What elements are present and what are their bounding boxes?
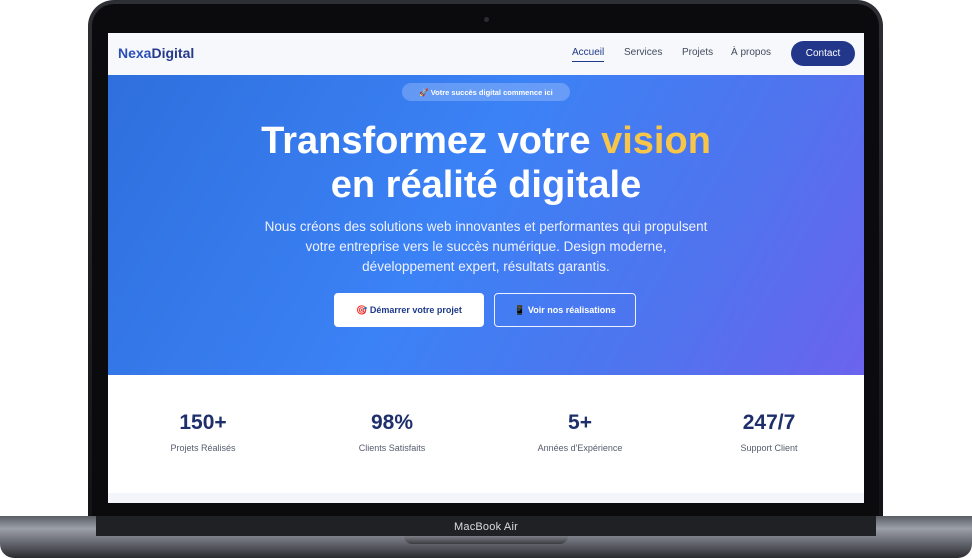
view-portfolio-label: 📱 Voir nos réalisations	[514, 304, 616, 315]
stat-years: 5+ Années d'Expérience	[500, 411, 660, 453]
hero-title-line2: en réalité digitale	[330, 164, 642, 206]
stat-clients: 98% Clients Satisfaits	[312, 411, 472, 453]
hero-badge: 🚀 Votre succès digital commence ici	[402, 83, 570, 101]
stat-value: 98%	[370, 411, 414, 434]
hero-title-highlight: vision	[601, 120, 711, 162]
stat-value: 247/7	[742, 411, 796, 434]
brand-part1: Nexa	[118, 45, 152, 61]
stat-value: 150+	[179, 411, 227, 434]
stats-section: 150+ Projets Réalisés 98% Clients Satisf…	[108, 375, 864, 493]
stat-label: Projets Réalisés	[170, 443, 236, 453]
laptop-notch	[404, 536, 568, 544]
stat-value: 5+	[568, 411, 592, 434]
laptop-screen: NexaDigital Accueil Services Projets À p…	[108, 33, 864, 503]
brand-part2: Digital	[151, 45, 195, 61]
stat-projects: 150+ Projets Réalisés	[123, 411, 283, 453]
hero-subtitle: Nous créons des solutions web innovantes…	[264, 219, 708, 274]
start-project-label: 🎯 Démarrer votre projet	[356, 304, 462, 315]
stat-label: Clients Satisfaits	[358, 443, 426, 453]
device-label: MacBook Air	[454, 521, 518, 533]
stat-label: Années d'Expérience	[537, 443, 623, 453]
navbar: NexaDigital Accueil Services Projets À p…	[108, 33, 864, 76]
stat-label: Support Client	[740, 443, 798, 453]
view-portfolio-button[interactable]: 📱 Voir nos réalisations	[494, 293, 636, 327]
start-project-button[interactable]: 🎯 Démarrer votre projet	[334, 293, 484, 327]
contact-button[interactable]: Contact	[791, 41, 855, 66]
camera-icon	[484, 17, 489, 22]
nav-link-services[interactable]: Services	[624, 47, 662, 58]
nav-link-a-propos[interactable]: À propos	[731, 47, 771, 58]
badge-text: 🚀 Votre succès digital commence ici	[419, 87, 553, 97]
stat-support: 247/7 Support Client	[689, 411, 849, 453]
hero-section: 🚀 Votre succès digital commence ici Tran…	[108, 75, 864, 375]
nav-link-projets[interactable]: Projets	[682, 47, 713, 58]
nav-link-accueil[interactable]: Accueil	[572, 47, 605, 62]
hero-title-text: Transformez votre	[261, 120, 602, 162]
brand-logo[interactable]: NexaDigital	[118, 45, 194, 61]
hero-title-line1: Transformez votre vision	[108, 119, 864, 163]
